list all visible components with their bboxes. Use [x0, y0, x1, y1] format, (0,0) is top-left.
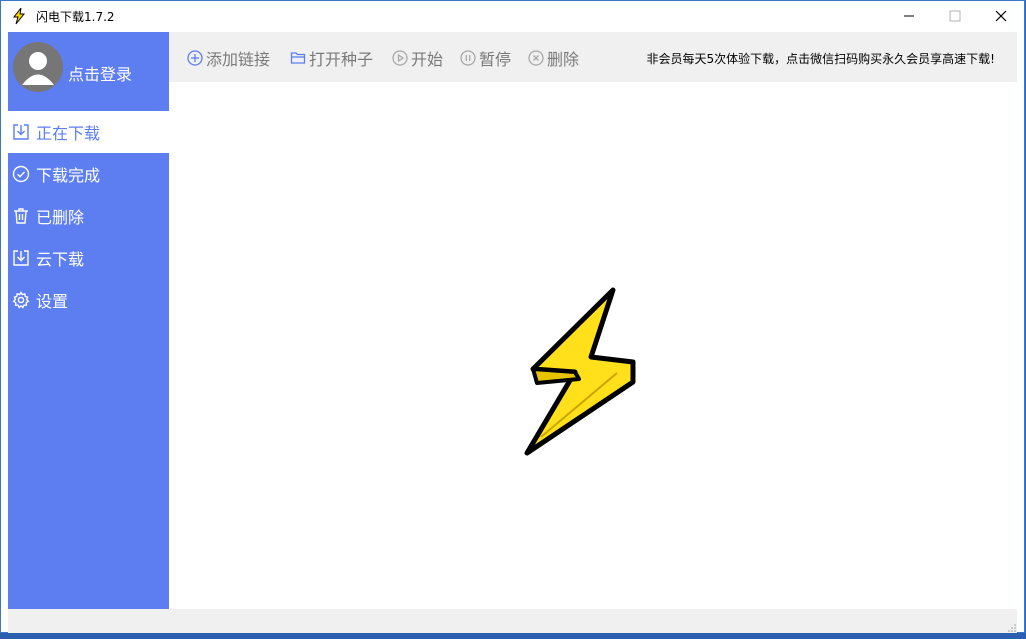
sidebar-item-label: 设置 — [36, 292, 69, 311]
trash-icon — [12, 207, 30, 225]
start-button[interactable]: 开始 — [392, 47, 443, 69]
sidebar-item-completed[interactable]: 下载完成 — [8, 153, 169, 195]
folder-icon — [290, 50, 306, 66]
sidebar-item-cloud-download[interactable]: 云下载 — [8, 237, 169, 279]
play-circle-icon — [392, 50, 408, 66]
sidebar-item-settings[interactable]: 设置 — [8, 279, 169, 321]
delete-button[interactable]: 删除 — [528, 47, 579, 69]
vip-promo-text[interactable]: 非会员每天5次体验下载，点击微信扫码购买永久会员享高速下载! — [647, 50, 995, 67]
window-title: 闪电下载1.7.2 — [36, 9, 115, 24]
sidebar-item-downloading[interactable]: 正在下载 — [8, 111, 169, 153]
pause-circle-icon — [460, 50, 476, 66]
close-button[interactable] — [978, 1, 1024, 31]
minimize-button[interactable] — [886, 1, 932, 31]
add-link-button[interactable]: 添加链接 — [187, 47, 270, 69]
download-icon — [12, 123, 30, 141]
pause-button[interactable]: 暂停 — [460, 47, 511, 69]
resize-grip-icon[interactable] — [1007, 623, 1017, 633]
cloud-download-icon — [12, 249, 30, 267]
close-icon — [995, 10, 1007, 22]
app-window: 闪电下载1.7.2 点击登录 正在下载 下载完成 已删除 云下载 设置 添加链接… — [0, 0, 1025, 633]
pause-label: 暂停 — [479, 50, 512, 69]
plus-circle-icon — [187, 50, 203, 66]
sidebar: 点击登录 正在下载 下载完成 已删除 云下载 设置 — [8, 32, 169, 609]
login-link[interactable]: 点击登录 — [68, 61, 132, 85]
title-bar: 闪电下载1.7.2 — [1, 1, 1024, 31]
sidebar-item-label: 云下载 — [36, 250, 85, 269]
gear-icon — [12, 291, 30, 309]
maximize-button[interactable] — [932, 1, 978, 31]
lightning-logo-icon — [524, 287, 636, 456]
check-circle-icon — [12, 165, 30, 183]
minimize-icon — [904, 15, 914, 17]
avatar[interactable] — [13, 42, 63, 92]
open-torrent-button[interactable]: 打开种子 — [290, 47, 373, 69]
open-torrent-label: 打开种子 — [309, 50, 374, 69]
desktop-edge — [0, 633, 1026, 639]
sidebar-item-label: 下载完成 — [36, 166, 101, 185]
delete-label: 删除 — [547, 50, 580, 69]
login-area[interactable]: 点击登录 — [8, 32, 169, 110]
status-bar — [8, 609, 1017, 633]
add-link-label: 添加链接 — [206, 50, 271, 69]
maximize-icon — [949, 10, 961, 22]
sidebar-item-deleted[interactable]: 已删除 — [8, 195, 169, 237]
close-circle-icon — [528, 50, 544, 66]
user-icon — [22, 52, 54, 85]
lightning-app-icon — [12, 7, 26, 25]
sidebar-item-label: 正在下载 — [36, 124, 101, 143]
sidebar-item-label: 已删除 — [36, 208, 85, 227]
download-list-area — [169, 82, 1017, 609]
toolbar: 添加链接 打开种子 开始 暂停 删除 非会员每天5次体验下载，点击微信扫码购买永… — [169, 32, 1017, 82]
start-label: 开始 — [411, 50, 444, 69]
